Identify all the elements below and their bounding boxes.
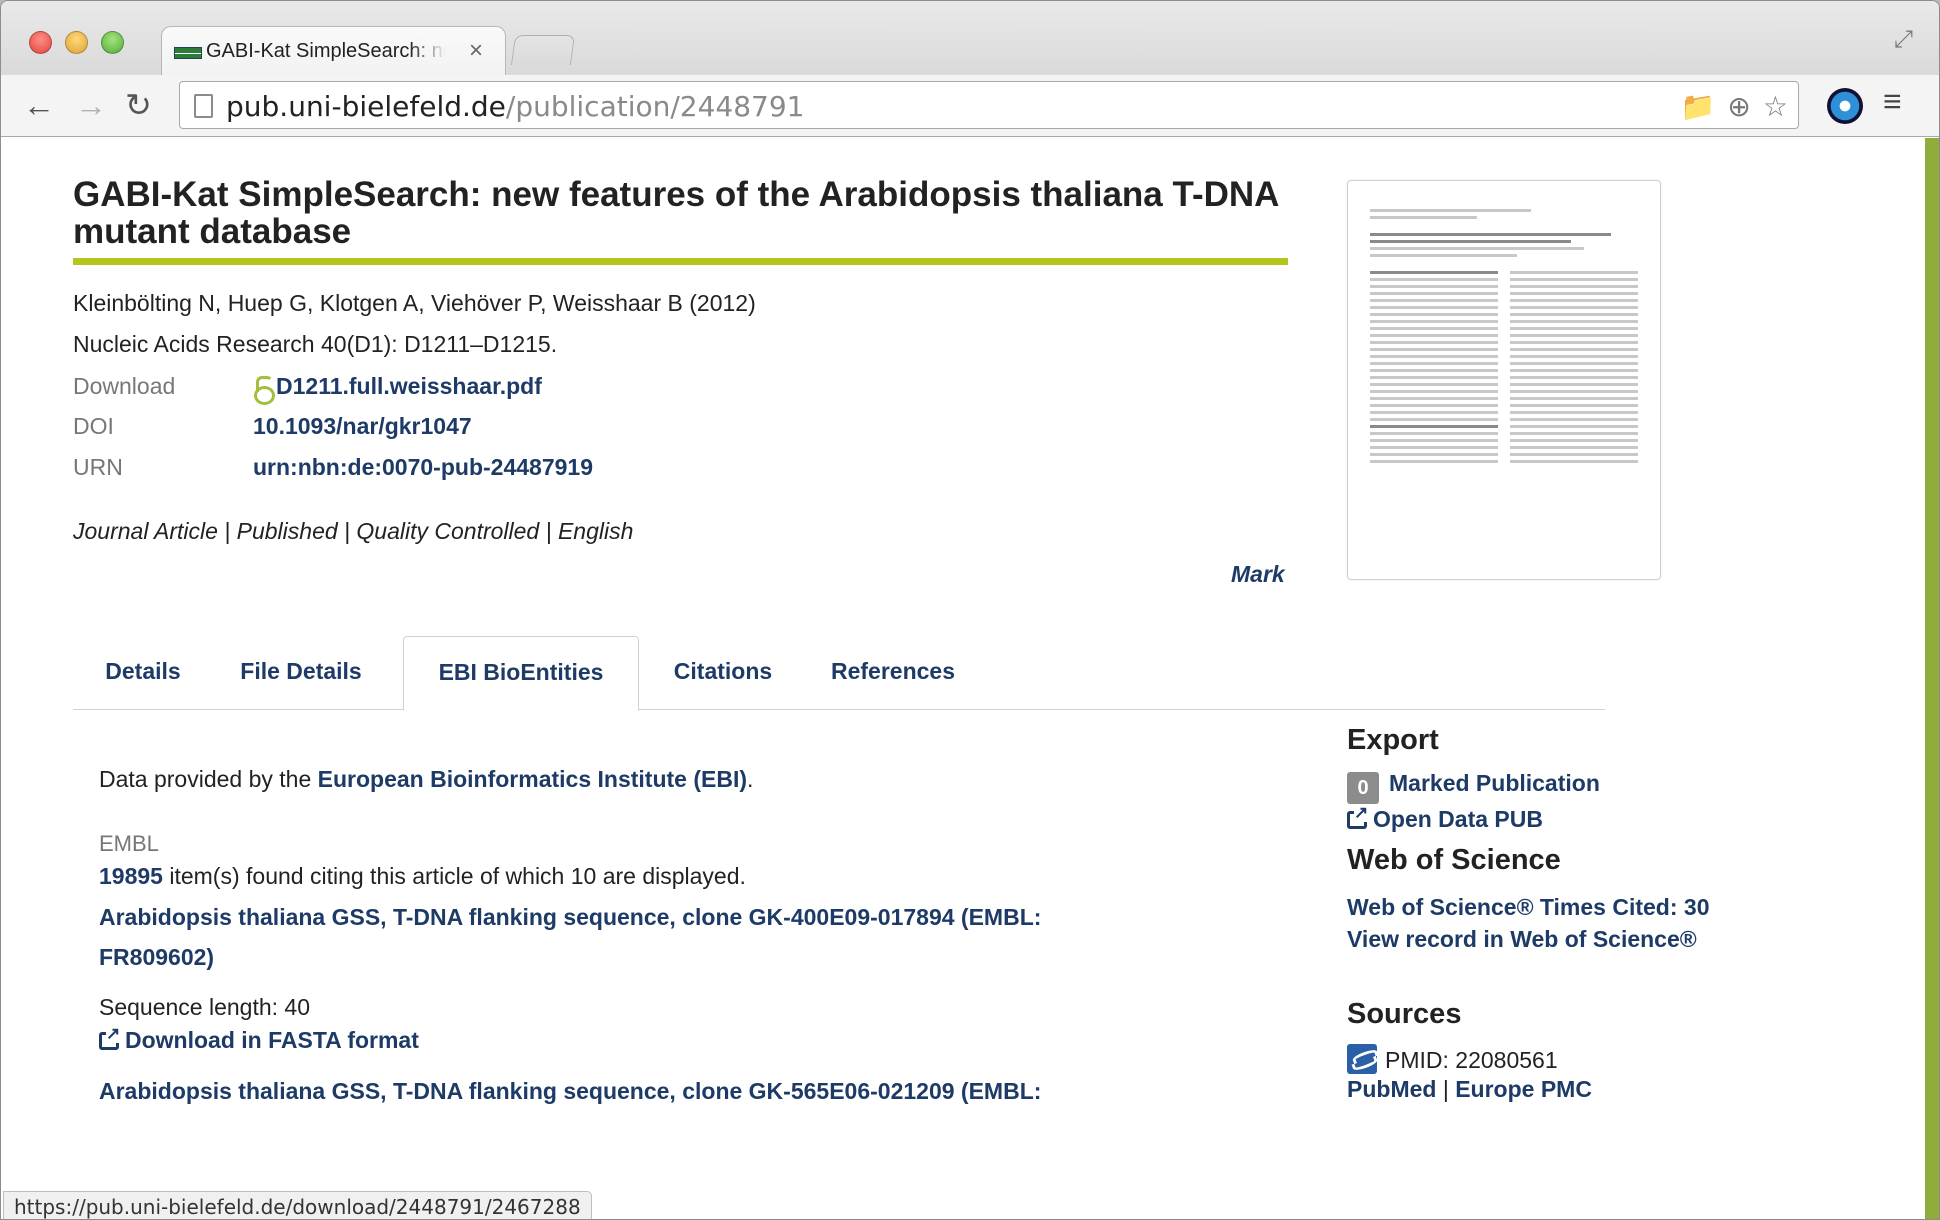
right-accent-strip xyxy=(1925,138,1939,1219)
page-content: GABI-Kat SimpleSearch: new features of t… xyxy=(1,138,1939,1219)
doi-label: DOI xyxy=(73,413,114,439)
mark-link[interactable]: Mark xyxy=(1231,561,1285,588)
title-underline xyxy=(73,258,1288,265)
journal-citation: Nucleic Acids Research 40(D1): D1211–D12… xyxy=(73,331,558,357)
sources-heading: Sources xyxy=(1347,998,1462,1030)
new-tab-button[interactable] xyxy=(510,35,576,65)
doi-link[interactable]: 10.1093/nar/gkr1047 xyxy=(253,413,472,440)
bookmark-star-icon[interactable]: ☆ xyxy=(1763,90,1788,123)
ebi-intro: Data provided by the European Bioinforma… xyxy=(99,766,754,792)
tab-details[interactable]: Details xyxy=(73,636,213,710)
favicon-icon xyxy=(174,47,202,59)
tab-title: GABI-Kat SimpleSearch: ne xyxy=(206,40,446,62)
pubmed-icon xyxy=(1347,1044,1377,1074)
entry-title-link[interactable]: Arabidopsis thaliana GSS, T-DNA flanking… xyxy=(99,1071,1099,1111)
publication-tags: Journal Article | Published | Quality Co… xyxy=(73,518,634,544)
page-icon xyxy=(194,94,213,118)
tab-close-icon[interactable]: × xyxy=(469,37,483,65)
folder-icon[interactable]: 📁 xyxy=(1681,90,1716,123)
status-bar-url: https://pub.uni-bielefeld.de/download/24… xyxy=(3,1191,592,1219)
export-heading: Export xyxy=(1347,724,1439,756)
minimize-window-button[interactable] xyxy=(65,31,88,54)
wos-heading: Web of Science xyxy=(1347,844,1561,876)
pdf-thumbnail[interactable] xyxy=(1347,180,1661,580)
reload-icon[interactable]: ↻ xyxy=(125,85,152,125)
maximize-window-button[interactable] xyxy=(101,31,124,54)
browser-tab[interactable]: GABI-Kat SimpleSearch: ne × xyxy=(161,26,506,76)
download-fasta-link[interactable]: Download in FASTA format xyxy=(99,1025,419,1054)
sequence-length: Sequence length: 40 xyxy=(99,994,311,1020)
tab-citations[interactable]: Citations xyxy=(653,636,793,710)
tab-references[interactable]: References xyxy=(813,636,973,710)
wos-times-cited-link[interactable]: Web of Science® Times Cited: 30 xyxy=(1347,894,1710,921)
close-window-button[interactable] xyxy=(29,31,52,54)
europepmc-link[interactable]: Europe PMC xyxy=(1455,1076,1592,1102)
browser-menu-icon[interactable]: ≡ xyxy=(1883,83,1902,120)
entry-title-link[interactable]: Arabidopsis thaliana GSS, T-DNA flanking… xyxy=(99,897,1099,977)
authors: Kleinbölting N, Huep G, Klotgen A, Viehö… xyxy=(73,290,756,316)
tab-file-details[interactable]: File Details xyxy=(221,636,381,710)
browser-window: GABI-Kat SimpleSearch: ne × ⤢ ← → ↻ pub.… xyxy=(0,0,1940,1220)
content-tabs: Details File Details EBI BioEntities Cit… xyxy=(73,636,1605,711)
extension-eye-icon[interactable] xyxy=(1827,88,1863,124)
urn-link[interactable]: urn:nbn:de:0070-pub-24487919 xyxy=(253,454,593,481)
urn-label: URN xyxy=(73,454,123,480)
fullscreen-icon[interactable]: ⤢ xyxy=(1894,26,1913,54)
forward-arrow-icon[interactable]: → xyxy=(75,85,107,125)
embl-label: EMBL xyxy=(99,831,159,856)
browser-toolbar: ← → ↻ pub.uni-bielefeld.de/publication/2… xyxy=(1,75,1939,137)
wos-view-record-link[interactable]: View record in Web of Science® xyxy=(1347,926,1697,953)
open-data-link[interactable]: Open Data PUB xyxy=(1347,804,1543,833)
address-bar[interactable]: pub.uni-bielefeld.de/publication/2448791… xyxy=(179,81,1799,129)
url-text[interactable]: pub.uni-bielefeld.de/publication/2448791 xyxy=(226,90,805,123)
omnibox-actions: 📁 ⊕ ☆ xyxy=(1681,90,1788,123)
results-count: 19895 item(s) found citing this article … xyxy=(99,863,746,889)
marked-count-badge: 0 xyxy=(1347,772,1379,804)
results-count-link[interactable]: 19895 xyxy=(99,863,163,889)
pubmed-link[interactable]: PubMed xyxy=(1347,1076,1436,1102)
back-arrow-icon[interactable]: ← xyxy=(23,85,55,125)
source-links: PubMed | Europe PMC xyxy=(1347,1076,1592,1102)
tab-ebi-bioentities[interactable]: EBI BioEntities xyxy=(403,636,639,711)
marked-publication-link[interactable]: 0 Marked Publication xyxy=(1347,770,1600,804)
external-link-icon xyxy=(1347,804,1369,829)
ebi-link[interactable]: European Bioinformatics Institute (EBI) xyxy=(318,766,747,792)
download-label: Download xyxy=(73,373,176,399)
external-link-icon xyxy=(99,1025,121,1050)
open-access-lock-icon xyxy=(253,376,275,405)
download-link[interactable]: D1211.full.weisshaar.pdf xyxy=(253,373,542,405)
title-bar: GABI-Kat SimpleSearch: ne × ⤢ xyxy=(1,1,1939,79)
pmid: PMID: 22080561 xyxy=(1347,1044,1558,1074)
zoom-icon[interactable]: ⊕ xyxy=(1727,90,1750,123)
publication-title: GABI-Kat SimpleSearch: new features of t… xyxy=(73,175,1279,251)
